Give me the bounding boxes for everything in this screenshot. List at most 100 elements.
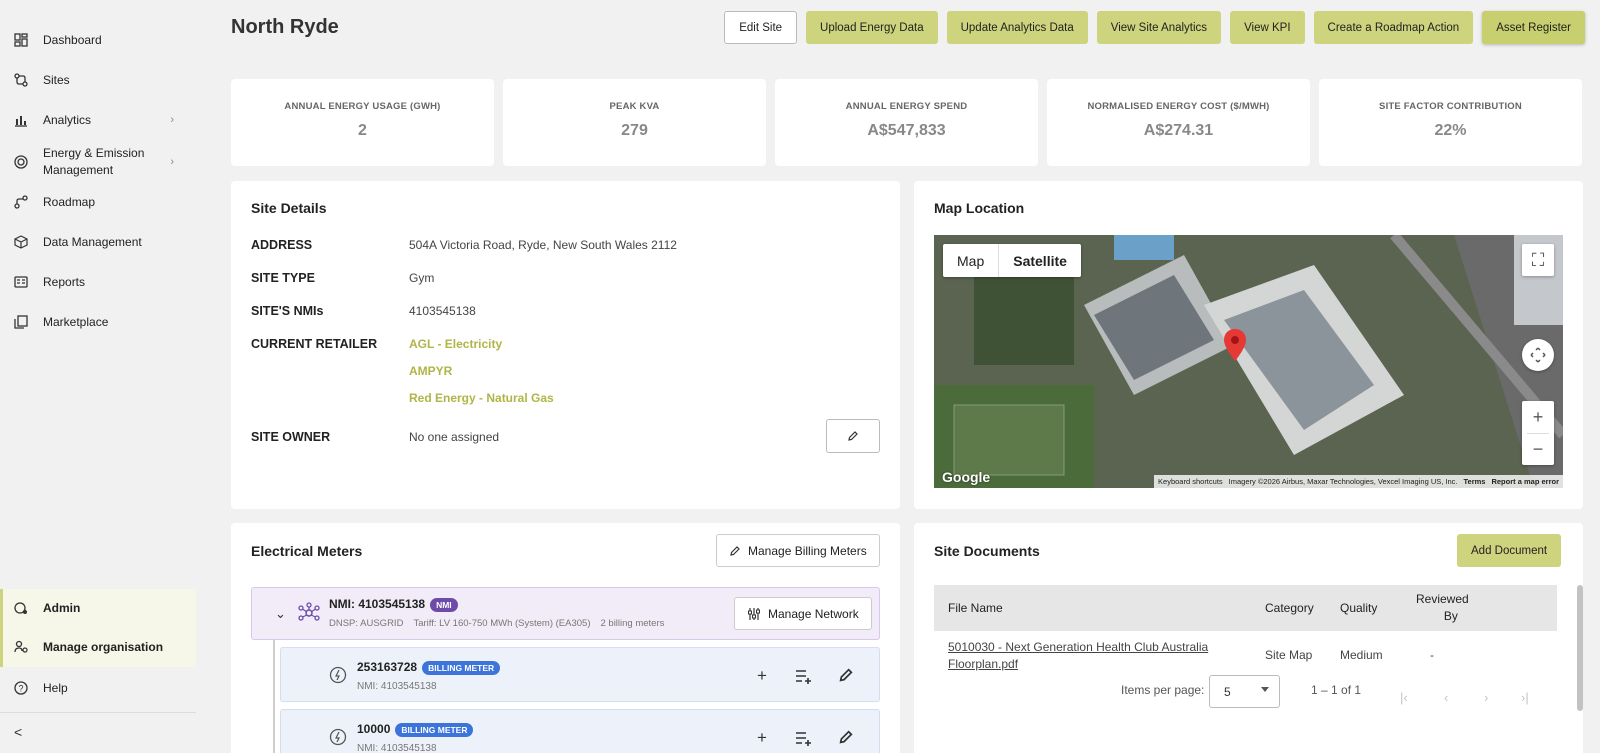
button-label: Manage Network [768, 606, 859, 621]
edit-site-button[interactable]: Edit Site [724, 11, 798, 44]
map-tab[interactable]: Map [943, 244, 998, 277]
create-roadmap-action-button[interactable]: Create a Roadmap Action [1313, 11, 1474, 44]
satellite-map[interactable]: Map Satellite ⛶ + − Google Keyboard shor… [934, 235, 1563, 488]
table-header: File Name Category Quality Reviewed By [934, 585, 1557, 631]
update-analytics-data-button[interactable]: Update Analytics Data [946, 11, 1088, 44]
sidebar-item-label: Dashboard [43, 33, 102, 47]
documents-table: File Name Category Quality Reviewed By 5… [934, 585, 1557, 681]
column-label: Reviewed [1416, 592, 1469, 606]
sliders-icon [748, 607, 760, 620]
camera-control-icon[interactable] [1522, 339, 1554, 371]
svg-text:?: ? [18, 684, 23, 694]
previous-page-icon[interactable]: ‹ [1444, 690, 1448, 705]
view-kpi-button[interactable]: View KPI [1230, 11, 1305, 44]
billing-meter-row: 10000 BILLING METER NMI: 4103545138 + [280, 709, 880, 753]
scrollbar[interactable] [1577, 585, 1583, 711]
marketplace-icon [13, 314, 29, 330]
address-label: ADDRESS [251, 238, 313, 252]
sidebar-item-dashboard[interactable]: Dashboard [0, 29, 196, 51]
view-site-analytics-button[interactable]: View Site Analytics [1096, 11, 1222, 44]
nmi-number: NMI: 4103545138 [329, 597, 426, 611]
meter-id: 253163728 [357, 660, 418, 674]
sidebar-item-admin[interactable]: Admin [0, 589, 196, 627]
billing-meter-badge: BILLING METER [422, 660, 501, 675]
sidebar-item-roadmap[interactable]: Roadmap [0, 191, 196, 213]
nmi-title: NMI: 4103545138 NMI [329, 597, 458, 612]
report-map-error-link[interactable]: Report a map error [1491, 477, 1559, 486]
billing-meter-row: 253163728 BILLING METER NMI: 4103545138 + [280, 647, 880, 702]
expand-chevron-icon[interactable]: ⌄ [275, 606, 286, 622]
last-page-icon[interactable]: ›| [1521, 690, 1529, 705]
file-name-line: Floorplan.pdf [948, 657, 1019, 671]
nmi-badge: NMI [430, 597, 458, 612]
first-page-icon[interactable]: |‹ [1400, 690, 1408, 705]
column-file-name[interactable]: File Name [948, 601, 1003, 615]
items-per-page-label: Items per page: [1121, 683, 1205, 697]
nmi-row: ⌄ NMI: 4103545138 NMI DNSP: AUSGRID Tarif… [251, 587, 880, 640]
sidebar-item-marketplace[interactable]: Marketplace [0, 311, 196, 333]
column-category[interactable]: Category [1265, 601, 1314, 615]
column-quality[interactable]: Quality [1340, 601, 1377, 615]
sidebar-item-help[interactable]: ? Help [0, 677, 196, 699]
keyboard-shortcuts-link[interactable]: Keyboard shortcuts [1158, 477, 1223, 486]
document-link[interactable]: 5010030 - Next Generation Health Club Au… [948, 639, 1208, 673]
sidebar-item-manage-organisation[interactable]: Manage organisation [0, 627, 196, 667]
meter-nmi: NMI: 4103545138 [357, 743, 437, 753]
site-nmis-value: 4103545138 [409, 304, 476, 318]
panel-title: Map Location [934, 200, 1025, 216]
pencil-icon[interactable] [838, 729, 854, 745]
sidebar-item-label: Energy & Emission Management [43, 146, 145, 177]
terms-link[interactable]: Terms [1464, 477, 1486, 486]
sidebar-item-analytics[interactable]: Analytics › [0, 109, 196, 131]
kpi-value: A$547,833 [867, 122, 946, 139]
retailer-link[interactable]: AGL - Electricity [409, 337, 502, 351]
zoom-out-icon[interactable]: − [1527, 433, 1549, 465]
dropdown-arrow-icon [1261, 687, 1269, 692]
sidebar-item-label: Admin [43, 601, 81, 615]
google-logo: Google [942, 469, 991, 485]
map-marker-icon[interactable] [1224, 329, 1246, 361]
kpi-card-peak-kva: PEAK KVA 279 [503, 79, 766, 166]
retailer-link[interactable]: Red Energy - Natural Gas [409, 391, 554, 405]
collapse-sidebar-button[interactable]: < [14, 724, 22, 740]
pencil-icon[interactable] [838, 667, 854, 683]
help-icon: ? [13, 680, 29, 696]
sidebar-item-sites[interactable]: Sites [0, 69, 196, 91]
edit-owner-button[interactable] [826, 419, 880, 453]
add-icon[interactable]: + [757, 728, 767, 748]
site-details-panel: Site Details ADDRESS 504A Victoria Road,… [231, 181, 900, 509]
zoom-in-icon[interactable]: + [1533, 401, 1544, 433]
column-label: By [1443, 609, 1458, 623]
manage-billing-meters-button[interactable]: Manage Billing Meters [716, 534, 880, 567]
sidebar-item-data-management[interactable]: Data Management [0, 231, 196, 253]
manage-network-button[interactable]: Manage Network [734, 597, 872, 630]
panel-title: Site Documents [934, 543, 1040, 559]
site-type-label: SITE TYPE [251, 271, 315, 285]
retailer-link[interactable]: AMPYR [409, 364, 452, 378]
upload-energy-data-button[interactable]: Upload Energy Data [806, 11, 938, 44]
add-icon[interactable]: + [757, 666, 767, 686]
column-reviewed-by[interactable]: Reviewed By [1416, 591, 1469, 625]
map-attribution: Keyboard shortcuts Imagery ©2026 Airbus,… [1154, 475, 1563, 488]
add-list-icon[interactable] [795, 668, 813, 684]
meter-id: 10000 [357, 722, 391, 736]
add-document-button[interactable]: Add Document [1457, 534, 1562, 567]
sidebar-item-reports[interactable]: Reports [0, 271, 196, 293]
add-list-icon[interactable] [795, 730, 813, 746]
kpi-card-annual-energy-spend: ANNUAL ENERGY SPEND A$547,833 [775, 79, 1038, 166]
sidebar-item-label: Roadmap [43, 195, 96, 209]
sidebar-item-label: Manage organisation [43, 640, 164, 654]
electrical-meters-panel: Electrical Meters Manage Billing Meters … [231, 523, 900, 753]
asset-register-button[interactable]: Asset Register [1482, 11, 1585, 44]
sidebar-item-energy-emission[interactable]: Energy & Emission Management › [0, 145, 196, 179]
fullscreen-icon[interactable]: ⛶ [1522, 244, 1554, 276]
next-page-icon[interactable]: › [1484, 690, 1488, 705]
meter-number: 10000 BILLING METER [357, 722, 474, 737]
toolbar: Edit Site Upload Energy Data Update Anal… [724, 11, 1585, 44]
map-type-toggle: Map Satellite [943, 244, 1081, 277]
satellite-tab[interactable]: Satellite [998, 244, 1081, 277]
items-per-page-select[interactable]: 5 [1209, 675, 1280, 708]
address-value: 504A Victoria Road, Ryde, New South Wale… [409, 238, 677, 252]
kpi-card-site-factor-contribution: SITE FACTOR CONTRIBUTION 22% [1319, 79, 1582, 166]
report-icon [13, 274, 29, 290]
